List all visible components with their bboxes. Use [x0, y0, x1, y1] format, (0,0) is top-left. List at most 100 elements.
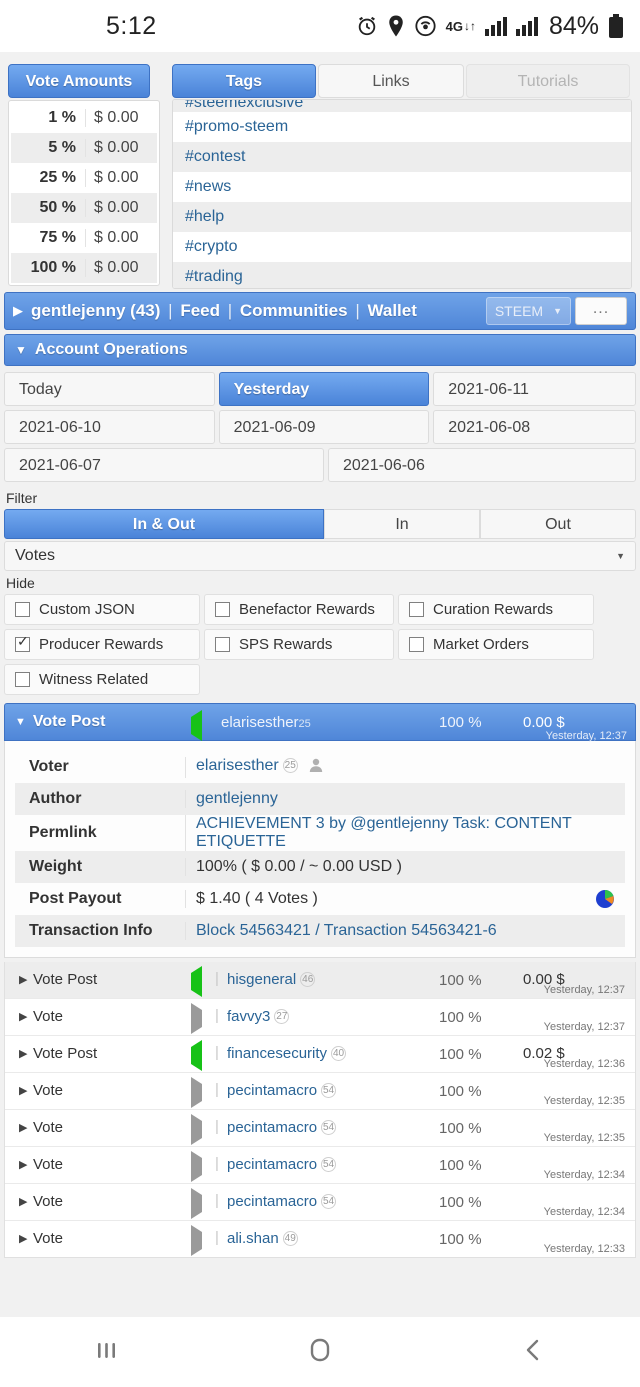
filter-in-and-out[interactable]: In & Out — [4, 509, 324, 539]
home-button[interactable] — [213, 1334, 426, 1371]
filter-out[interactable]: Out — [480, 509, 636, 539]
vote-out-icon — [191, 1077, 202, 1108]
divider: | — [215, 1007, 219, 1024]
chevron-right-icon[interactable]: ▶ — [19, 1232, 27, 1245]
tab-tutorials[interactable]: Tutorials — [466, 64, 630, 98]
detail-value[interactable]: gentlejenny — [185, 790, 625, 808]
list-item[interactable]: #crypto — [173, 232, 631, 262]
date-button[interactable]: 2021-06-08 — [433, 410, 636, 444]
checkbox-label: Curation Rewards — [433, 601, 554, 618]
date-button-yesterday[interactable]: Yesterday — [218, 372, 430, 406]
date-button[interactable]: 2021-06-11 — [433, 372, 636, 406]
list-item[interactable]: ▶ Vote | ali.shan 49 100 % Yesterday, 12:… — [5, 1221, 635, 1257]
vote-amount: $ 0.00 — [85, 259, 157, 277]
checkbox-benefactor-rewards[interactable]: Benefactor Rewards — [204, 594, 394, 625]
list-item[interactable]: #help — [173, 202, 631, 232]
checkbox-witness-related[interactable]: Witness Related — [4, 664, 200, 695]
reputation-badge: 54 — [321, 1083, 337, 1098]
chevron-right-icon[interactable]: ▶ — [19, 1047, 27, 1060]
recents-icon — [92, 1335, 122, 1370]
list-item[interactable]: #trading — [173, 262, 631, 288]
list-item[interactable]: ▶ Vote | pecintamacro 54 100 % Yesterday,… — [5, 1184, 635, 1221]
operation-user[interactable]: pecintamacro 54 — [227, 1156, 337, 1173]
date-button[interactable]: 2021-06-06 — [328, 448, 636, 482]
tab-links[interactable]: Links — [318, 64, 464, 98]
operation-user[interactable]: ali.shan 49 — [227, 1230, 298, 1247]
list-item[interactable]: #news — [173, 172, 631, 202]
avatar — [308, 757, 324, 778]
navbar-account[interactable]: gentlejenny (43) — [31, 301, 160, 320]
detail-value[interactable]: elarisesther 25 — [185, 756, 625, 778]
list-item[interactable]: ▶ Vote | pecintamacro 54 100 % Yesterday,… — [5, 1147, 635, 1184]
list-item[interactable]: ▶ Vote Post | financesecurity 40 100 % 0.… — [5, 1036, 635, 1073]
operation-type: Vote — [33, 1008, 64, 1025]
list-item[interactable]: ▶ Vote Post | hisgeneral 46 100 % 0.00 $ … — [5, 962, 635, 999]
pie-chart-icon[interactable] — [595, 889, 615, 914]
filter-in[interactable]: In — [324, 509, 480, 539]
date-button[interactable]: 2021-06-07 — [4, 448, 324, 482]
chevron-right-icon[interactable]: ▶ — [19, 973, 27, 986]
date-button[interactable]: 2021-06-09 — [218, 410, 430, 444]
reputation-badge: 46 — [300, 972, 316, 987]
list-item[interactable]: ▶ Vote | pecintamacro 54 100 % Yesterday,… — [5, 1110, 635, 1147]
operation-user[interactable]: pecintamacro 54 — [227, 1193, 337, 1210]
list-item[interactable]: ▶ Vote | pecintamacro 54 100 % Yesterday,… — [5, 1073, 635, 1110]
recents-button[interactable] — [0, 1335, 213, 1370]
currency-select[interactable]: STEEM ▼ — [485, 297, 571, 325]
navbar-link-wallet[interactable]: Wallet — [367, 301, 416, 320]
operation-user[interactable]: pecintamacro 54 — [227, 1082, 337, 1099]
detail-value[interactable]: ACHIEVEMENT 3 by @gentlejenny Task: CONT… — [185, 815, 625, 851]
reputation-badge: 54 — [321, 1194, 337, 1209]
operation-percent: 100 % — [439, 972, 482, 989]
account-operations-header[interactable]: ▼ Account Operations — [4, 334, 636, 366]
back-button[interactable] — [427, 1335, 640, 1370]
battery-percent: 84% — [548, 11, 599, 40]
operation-timestamp: Yesterday, 12:36 — [543, 1058, 625, 1070]
vote-percent: 75 % — [39, 229, 76, 246]
date-button-today[interactable]: Today — [4, 372, 215, 406]
navbar-link-feed[interactable]: Feed — [180, 301, 220, 320]
detail-value[interactable]: Block 54563421 / Transaction 54563421-6 — [185, 922, 625, 940]
table-row: 5 % $ 0.00 — [11, 133, 157, 163]
navbar-link-communities[interactable]: Communities — [240, 301, 348, 320]
operation-list[interactable]: ▶ Vote Post | hisgeneral 46 100 % 0.00 $ … — [4, 962, 636, 1258]
tab-tags[interactable]: Tags — [172, 64, 316, 98]
tab-vote-amounts[interactable]: Vote Amounts — [8, 64, 150, 98]
checkbox-sps-rewards[interactable]: SPS Rewards — [204, 629, 394, 660]
chevron-right-icon[interactable]: ▶ — [13, 303, 23, 319]
checkbox-custom-json[interactable]: Custom JSON — [4, 594, 200, 625]
list-item[interactable]: #promo-steem — [173, 112, 631, 142]
chevron-right-icon[interactable]: ▶ — [19, 1158, 27, 1171]
hide-label: Hide — [6, 575, 35, 591]
operation-user[interactable]: favvy3 27 — [227, 1008, 290, 1025]
more-options-button[interactable]: ... — [575, 297, 627, 325]
list-item[interactable]: #contest — [173, 142, 631, 172]
tag-list[interactable]: #steemexclusive #promo-steem #contest #n… — [172, 99, 632, 289]
vote-amount: $ 0.00 — [85, 139, 157, 157]
operation-user[interactable]: elarisesther25 — [221, 714, 311, 731]
vote-in-icon — [191, 1040, 202, 1071]
chevron-right-icon[interactable]: ▶ — [19, 1084, 27, 1097]
operation-user[interactable]: pecintamacro 54 — [227, 1119, 337, 1136]
checkbox-producer-rewards[interactable]: Producer Rewards — [4, 629, 200, 660]
vote-amounts-table: 1 % $ 0.00 5 % $ 0.00 25 % $ 0.00 50 % $… — [8, 100, 160, 286]
chevron-right-icon[interactable]: ▶ — [19, 1010, 27, 1023]
expanded-operation-header[interactable]: ▼ Vote Post elarisesther25 100 % 0.00 $ … — [4, 703, 636, 742]
checkbox-curation-rewards[interactable]: Curation Rewards — [398, 594, 594, 625]
operation-user[interactable]: hisgeneral 46 — [227, 971, 316, 988]
operation-type-select[interactable]: Votes ▼ — [4, 541, 636, 571]
chevron-right-icon[interactable]: ▶ — [19, 1195, 27, 1208]
list-item[interactable]: ▶ Vote | favvy3 27 100 % Yesterday, 12:37 — [5, 999, 635, 1036]
date-button[interactable]: 2021-06-10 — [4, 410, 215, 444]
operation-type: Vote — [33, 1230, 64, 1247]
checkbox-checked-icon — [15, 634, 30, 652]
status-icons: 4G ↓↑ 84% — [356, 12, 624, 41]
checkbox-icon — [409, 602, 424, 617]
list-item[interactable]: #steemexclusive — [173, 100, 631, 112]
checkbox-market-orders[interactable]: Market Orders — [398, 629, 594, 660]
operation-timestamp: Yesterday, 12:34 — [543, 1206, 625, 1218]
voter-name[interactable]: elarisesther — [196, 757, 279, 774]
operation-user[interactable]: financesecurity 40 — [227, 1045, 347, 1062]
chevron-right-icon[interactable]: ▶ — [19, 1121, 27, 1134]
navbar-links: gentlejenny (43) | Feed | Communities | … — [31, 301, 417, 321]
